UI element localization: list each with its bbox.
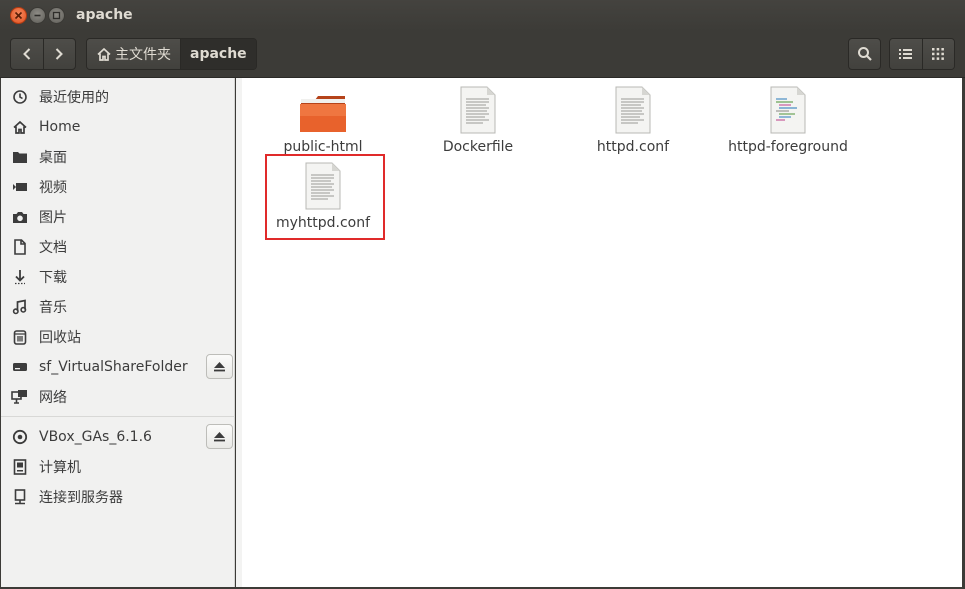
sidebar-item-label: 图片 (39, 210, 67, 226)
sidebar: 最近使用的 Home 桌面 视频 图片 文档 下载 音乐 回收站 sf_Virt… (1, 78, 235, 587)
computer-icon (1, 459, 39, 475)
grid-view-button[interactable] (921, 39, 954, 69)
sidebar-item-label: 回收站 (39, 330, 81, 346)
sidebar-item-trash[interactable]: 回收站 (1, 322, 235, 352)
chevron-left-icon (23, 48, 31, 60)
sidebar-item-sf-virtualsharefolder[interactable]: sf_VirtualShareFolder (1, 352, 235, 382)
file-name: Dockerfile (442, 139, 514, 155)
sidebar-item-label: 网络 (39, 390, 67, 406)
file-name: httpd.conf (596, 139, 670, 155)
sidebar-item-label: VBox_GAs_6.1.6 (39, 429, 152, 445)
recent-clock-icon (1, 89, 39, 105)
text-file-icon (413, 84, 543, 134)
home-icon (1, 120, 39, 135)
file-name: public-html (283, 139, 363, 155)
sidebar-item-documents[interactable]: 文档 (1, 232, 235, 262)
chevron-right-icon (56, 48, 64, 60)
sidebar-item-computer[interactable]: 计算机 (1, 452, 235, 482)
folder-icon (258, 84, 388, 134)
drive-icon (1, 361, 39, 373)
file-item-dockerfile[interactable]: Dockerfile (413, 84, 543, 155)
sidebar-item-connect-to-server[interactable]: 连接到服务器 (1, 482, 235, 512)
sidebar-item-videos[interactable]: 视频 (1, 172, 235, 202)
file-item-httpd-foreground[interactable]: httpd-foreground (723, 84, 853, 155)
file-item-public-html[interactable]: public-html (258, 84, 388, 155)
breadcrumb-current[interactable]: apache (180, 39, 256, 69)
sidebar-item-recent[interactable]: 最近使用的 (1, 82, 235, 112)
content-divider (236, 78, 242, 587)
eject-vbox-gas-button[interactable] (206, 424, 233, 449)
document-icon (1, 239, 39, 255)
music-icon (1, 299, 39, 315)
network-icon (1, 389, 39, 405)
optical-disc-icon (1, 429, 39, 445)
script-file-icon (723, 84, 853, 134)
title-bar: apache (0, 0, 965, 31)
highlight-annotation-box (265, 154, 385, 240)
sidebar-item-label: 音乐 (39, 300, 67, 316)
sidebar-item-network[interactable]: 网络 (1, 382, 235, 412)
sidebar-item-pictures[interactable]: 图片 (1, 202, 235, 232)
search-button[interactable] (848, 38, 881, 70)
forward-button[interactable] (42, 39, 75, 69)
sidebar-item-label: 下载 (39, 270, 67, 286)
list-view-icon (898, 49, 912, 59)
download-icon (1, 269, 39, 285)
sidebar-item-home[interactable]: Home (1, 112, 235, 142)
back-button[interactable] (11, 39, 43, 69)
navigation-buttons (10, 38, 76, 70)
sidebar-separator (1, 416, 235, 417)
view-mode-buttons (889, 38, 955, 70)
server-icon (1, 489, 39, 505)
video-icon (1, 181, 39, 193)
text-file-icon (568, 84, 698, 134)
eject-icon (214, 362, 225, 372)
search-icon (857, 47, 872, 61)
minimize-window-button[interactable] (29, 7, 46, 24)
sidebar-item-label: 视频 (39, 180, 67, 196)
breadcrumb-home-label: 主文件夹 (115, 47, 171, 63)
sidebar-item-label: 计算机 (39, 460, 81, 476)
sidebar-item-label: 最近使用的 (39, 90, 109, 106)
sidebar-item-desktop[interactable]: 桌面 (1, 142, 235, 172)
minimize-icon (34, 14, 41, 17)
sidebar-item-vbox-gas[interactable]: VBox_GAs_6.1.6 (1, 422, 235, 452)
trash-icon (1, 329, 39, 345)
maximize-icon (52, 11, 61, 20)
close-window-button[interactable] (10, 7, 27, 24)
window-title: apache (76, 7, 133, 23)
sidebar-item-label: sf_VirtualShareFolder (39, 359, 188, 375)
grid-view-icon (932, 48, 945, 60)
close-icon (14, 11, 23, 20)
file-name: httpd-foreground (728, 139, 848, 155)
camera-icon (1, 210, 39, 224)
sidebar-item-label: 桌面 (39, 150, 67, 166)
maximize-window-button[interactable] (48, 7, 65, 24)
desktop-folder-icon (1, 150, 39, 164)
breadcrumb-home[interactable]: 主文件夹 (87, 39, 180, 69)
eject-icon (214, 432, 225, 442)
sidebar-item-label: 文档 (39, 240, 67, 256)
sidebar-item-label: 连接到服务器 (39, 490, 123, 506)
sidebar-item-label: Home (39, 119, 81, 135)
file-manager-window: apache 主文件夹 apache 最近使用的 Home 桌面 视频 图片 文… (0, 0, 965, 589)
eject-sf-virtualsharefolder-button[interactable] (206, 354, 233, 379)
file-item-httpd-conf[interactable]: httpd.conf (568, 84, 698, 155)
home-icon (96, 47, 112, 62)
sidebar-item-downloads[interactable]: 下载 (1, 262, 235, 292)
sidebar-item-music[interactable]: 音乐 (1, 292, 235, 322)
breadcrumb: 主文件夹 apache (86, 38, 257, 70)
list-view-button[interactable] (890, 39, 922, 69)
toolbar: 主文件夹 apache (0, 31, 965, 78)
